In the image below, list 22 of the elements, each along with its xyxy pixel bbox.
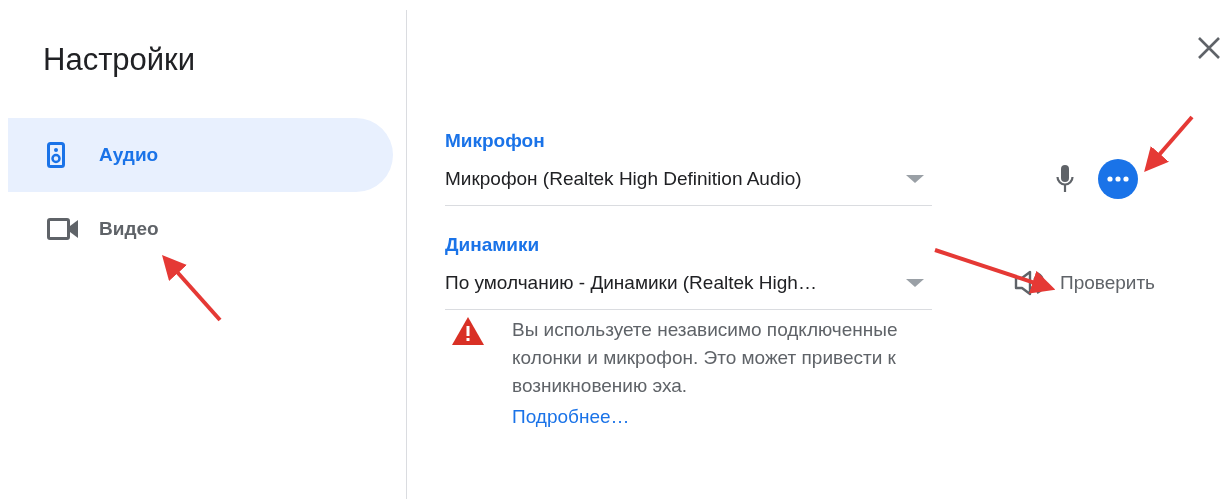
caret-icon <box>906 278 924 287</box>
annotation-arrow <box>1144 115 1194 173</box>
device-dropdown[interactable]: По умолчанию - Динамики (Realtek High… <box>445 256 932 310</box>
caret-icon <box>906 174 924 183</box>
speaker-volume-icon <box>1014 270 1046 296</box>
settings-title: Настройки <box>43 42 195 78</box>
sidebar-item[interactable]: Видео <box>8 192 393 266</box>
field-label: Микрофон <box>445 130 545 152</box>
sidebar-item[interactable]: Аудио <box>8 118 393 192</box>
annotation-arrow <box>162 255 222 322</box>
close-icon <box>1197 36 1221 60</box>
warning-icon <box>451 316 485 346</box>
video-camera-icon <box>47 218 79 240</box>
field-label: Динамики <box>445 234 540 256</box>
more-options-button[interactable] <box>1098 159 1138 199</box>
device-dropdown[interactable]: Микрофон (Realtek High Definition Audio) <box>445 152 932 206</box>
microphone-icon[interactable] <box>1056 164 1074 194</box>
test-speakers-button[interactable]: Проверить <box>1014 270 1156 296</box>
learn-more-link[interactable]: Подробнее… <box>512 400 630 434</box>
speaker-icon <box>47 142 65 168</box>
more-icon <box>1107 176 1129 182</box>
warning-message: Вы используете независимо подключенные колонки и микрофон. Это может привести к возникновению эха. <box>512 318 899 398</box>
